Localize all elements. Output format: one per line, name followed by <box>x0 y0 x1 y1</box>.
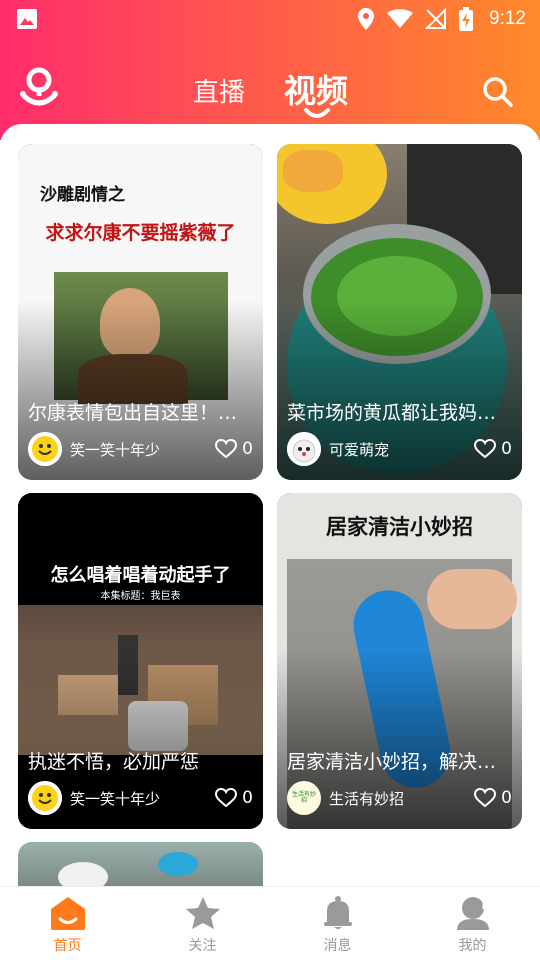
nav-label: 首页 <box>53 938 82 954</box>
thumbnail-caption: 求求尔康不要摇紫薇了 <box>45 222 236 244</box>
like-button[interactable]: 0 <box>474 439 512 459</box>
nav-home[interactable]: 首页 <box>0 887 135 960</box>
thumbnail-caption: 怎么唱着唱着动起手了 <box>50 565 231 586</box>
thumbnail-caption: 居家清洁小妙招 <box>326 515 473 539</box>
avatar[interactable] <box>287 432 321 466</box>
profile-icon <box>456 897 489 930</box>
avatar[interactable]: 生活有妙招 <box>287 781 321 815</box>
video-feed[interactable]: 沙雕剧情之 求求尔康不要摇紫薇了 尔康表情包出自这里！尔康不要摇紫薇了 笑一笑十… <box>0 124 540 886</box>
heart-icon <box>474 788 497 808</box>
nav-profile[interactable]: 我的 <box>405 887 540 960</box>
location-icon <box>357 7 375 31</box>
nav-label: 我的 <box>458 938 487 954</box>
video-title: 居家清洁小妙招，解决大难题 <box>287 751 512 773</box>
tab-live[interactable]: 直播 <box>193 72 245 109</box>
nav-label: 关注 <box>188 938 217 954</box>
nav-messages[interactable]: 消息 <box>270 887 405 960</box>
status-bar: 9:12 <box>0 0 540 38</box>
like-count: 0 <box>242 439 253 459</box>
video-title: 执迷不悟，必加严惩 <box>28 751 200 773</box>
star-icon <box>185 897 220 929</box>
like-count: 0 <box>501 788 512 808</box>
gallery-notification-icon <box>16 8 38 30</box>
avatar[interactable] <box>28 432 62 466</box>
like-count: 0 <box>501 439 512 459</box>
thumbnail-caption: 沙雕剧情之 <box>40 185 125 205</box>
video-card[interactable]: 居家清洁小妙招 居家清洁小妙招，解决大难题 生活有妙招 生活有妙招 0 <box>277 493 522 829</box>
author-name[interactable]: 笑一笑十年少 <box>70 439 215 460</box>
wifi-icon <box>387 9 414 29</box>
heart-icon <box>215 788 238 808</box>
bell-icon <box>323 896 352 929</box>
video-card[interactable]: 菜市场的黄瓜都让我妈买光了 可爱萌宠 0 <box>277 144 522 480</box>
active-tab-indicator <box>304 108 330 118</box>
like-count: 0 <box>242 788 253 808</box>
heart-icon <box>474 439 497 459</box>
bottom-navigation: 首页 关注 消息 我的 <box>0 886 540 960</box>
app-header: 直播 视频 <box>0 52 540 128</box>
thumbnail-caption: 本集标题：我巨表 <box>100 591 181 602</box>
author-name[interactable]: 可爱萌宠 <box>329 439 474 460</box>
avatar[interactable] <box>28 781 62 815</box>
author-name[interactable]: 生活有妙招 <box>329 788 474 809</box>
nav-follow[interactable]: 关注 <box>135 887 270 960</box>
home-icon <box>50 897 85 930</box>
video-thumbnail <box>18 842 263 886</box>
search-icon[interactable] <box>480 74 516 110</box>
tab-video[interactable]: 视频 <box>284 66 348 112</box>
battery-charging-icon <box>459 7 474 31</box>
nav-label: 消息 <box>323 938 352 954</box>
like-button[interactable]: 0 <box>215 788 253 808</box>
like-button[interactable]: 0 <box>474 788 512 808</box>
video-title: 尔康表情包出自这里！尔康不要摇紫薇了 <box>28 402 253 424</box>
video-card[interactable]: 怎么唱着唱着动起手了 本集标题：我巨表 执迷不悟，必加严惩 笑一笑十年少 0 <box>18 493 263 829</box>
video-title: 菜市场的黄瓜都让我妈买光了 <box>287 402 512 424</box>
app-logo-icon[interactable] <box>18 66 60 112</box>
no-signal-icon <box>425 8 447 30</box>
status-time: 9:12 <box>489 8 526 29</box>
video-card[interactable] <box>18 842 263 886</box>
author-name[interactable]: 笑一笑十年少 <box>70 788 215 809</box>
video-card[interactable]: 沙雕剧情之 求求尔康不要摇紫薇了 尔康表情包出自这里！尔康不要摇紫薇了 笑一笑十… <box>18 144 263 480</box>
like-button[interactable]: 0 <box>215 439 253 459</box>
heart-icon <box>215 439 238 459</box>
